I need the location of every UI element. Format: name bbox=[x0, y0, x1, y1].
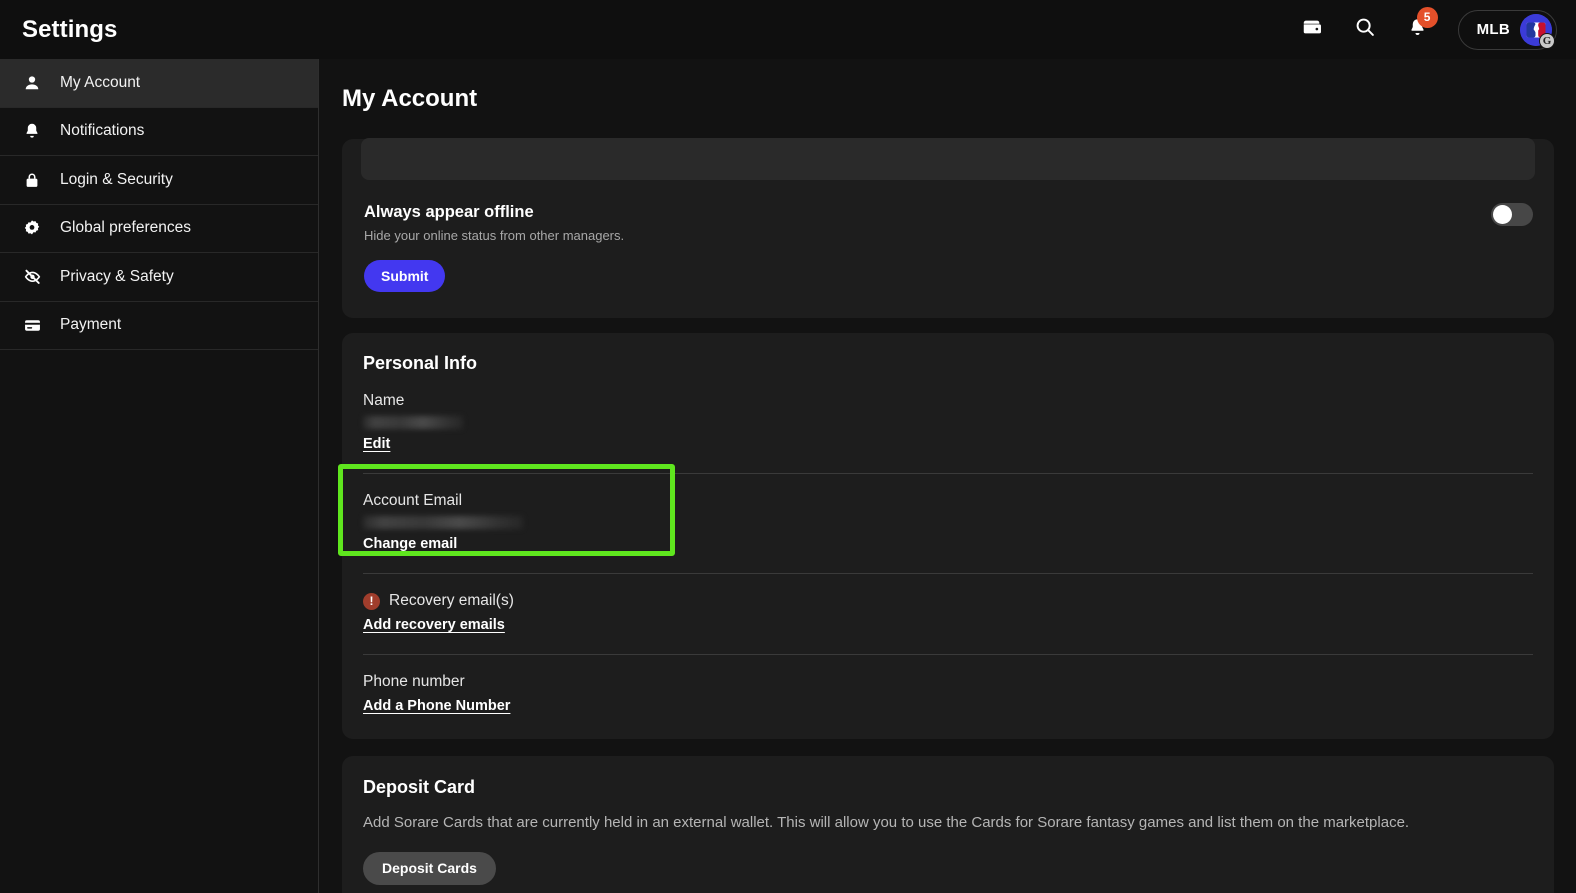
field-label-text: Recovery email(s) bbox=[389, 592, 514, 610]
vertical-scrollbar[interactable] bbox=[1570, 59, 1576, 893]
person-icon bbox=[22, 73, 42, 93]
lock-icon bbox=[22, 170, 42, 190]
sidebar-item-payment[interactable]: Payment bbox=[0, 302, 318, 351]
field-name: Name Edit bbox=[363, 374, 1533, 453]
personal-info-card: Personal Info Name Edit Account Email Ch… bbox=[342, 333, 1554, 739]
deposit-card-heading: Deposit Card bbox=[363, 777, 1533, 798]
appear-offline-subtitle: Hide your online status from other manag… bbox=[364, 228, 1532, 243]
add-recovery-emails-link[interactable]: Add recovery emails bbox=[363, 617, 505, 633]
app-title: Settings bbox=[22, 16, 117, 44]
deposit-cards-button[interactable]: Deposit Cards bbox=[363, 852, 496, 885]
settings-scroll-area[interactable]: Always appear offline Hide your online s… bbox=[320, 139, 1576, 893]
deposit-card-section: Deposit Card Add Sorare Cards that are c… bbox=[342, 756, 1554, 893]
appear-offline-card: Always appear offline Hide your online s… bbox=[342, 139, 1554, 318]
sidebar-item-privacy-safety[interactable]: Privacy & Safety bbox=[0, 253, 318, 302]
bell-icon bbox=[22, 121, 42, 141]
eye-off-icon bbox=[22, 267, 42, 287]
sidebar-item-label: Privacy & Safety bbox=[60, 268, 174, 286]
search-icon bbox=[1354, 16, 1376, 43]
notifications-button[interactable]: 5 bbox=[1405, 17, 1431, 43]
sidebar-item-label: Payment bbox=[60, 316, 121, 334]
submit-button[interactable]: Submit bbox=[364, 260, 445, 292]
field-recovery-emails: ! Recovery email(s) Add recovery emails bbox=[363, 574, 1533, 634]
avatar: G bbox=[1520, 14, 1552, 46]
toggle-knob bbox=[1493, 205, 1512, 224]
deposit-card-description: Add Sorare Cards that are currently held… bbox=[363, 814, 1533, 833]
field-label: Phone number bbox=[363, 673, 1533, 691]
field-label: Account Email bbox=[363, 492, 1533, 510]
field-phone-number: Phone number Add a Phone Number bbox=[363, 655, 1533, 715]
page-title: My Account bbox=[342, 85, 477, 113]
sidebar-item-login-security[interactable]: Login & Security bbox=[0, 156, 318, 205]
sidebar-item-label: Global preferences bbox=[60, 219, 191, 237]
sidebar: My Account Notifications Login & Securit… bbox=[0, 59, 319, 893]
sidebar-item-my-account[interactable]: My Account bbox=[0, 59, 318, 108]
sidebar-item-label: My Account bbox=[60, 74, 140, 92]
profile-label: MLB bbox=[1477, 21, 1510, 38]
field-label: ! Recovery email(s) bbox=[363, 592, 1533, 610]
field-value-redacted bbox=[363, 416, 463, 429]
gear-icon bbox=[22, 218, 42, 238]
sidebar-item-label: Login & Security bbox=[60, 171, 173, 189]
appear-offline-toggle[interactable] bbox=[1491, 203, 1533, 226]
wallet-icon bbox=[1301, 16, 1323, 43]
appear-offline-title: Always appear offline bbox=[364, 203, 1532, 222]
settings-page: Settings bbox=[0, 0, 1576, 893]
sidebar-item-label: Notifications bbox=[60, 122, 144, 140]
field-label: Name bbox=[363, 392, 1533, 410]
avatar-status-badge: G bbox=[1539, 33, 1555, 49]
search-button[interactable] bbox=[1352, 17, 1378, 43]
page-header: My Account bbox=[320, 59, 1576, 139]
credit-card-icon bbox=[22, 315, 42, 335]
field-value-redacted bbox=[363, 516, 523, 529]
top-bar: Settings bbox=[0, 0, 1576, 59]
change-email-link[interactable]: Change email bbox=[363, 536, 457, 552]
notifications-badge: 5 bbox=[1417, 7, 1438, 28]
sidebar-item-global-preferences[interactable]: Global preferences bbox=[0, 205, 318, 254]
profile-menu-button[interactable]: MLB G bbox=[1458, 10, 1557, 50]
main-content: My Account Always appear offline Hide yo… bbox=[320, 59, 1576, 893]
add-phone-number-link[interactable]: Add a Phone Number bbox=[363, 698, 510, 714]
personal-info-heading: Personal Info bbox=[363, 353, 1533, 374]
field-account-email: Account Email Change email bbox=[363, 474, 1533, 553]
edit-name-link[interactable]: Edit bbox=[363, 436, 390, 452]
top-bar-actions: 5 MLB G bbox=[1299, 0, 1557, 59]
sidebar-item-notifications[interactable]: Notifications bbox=[0, 108, 318, 157]
wallet-button[interactable] bbox=[1299, 17, 1325, 43]
alert-circle-icon: ! bbox=[363, 593, 380, 610]
scrolled-input-field[interactable] bbox=[361, 138, 1535, 180]
